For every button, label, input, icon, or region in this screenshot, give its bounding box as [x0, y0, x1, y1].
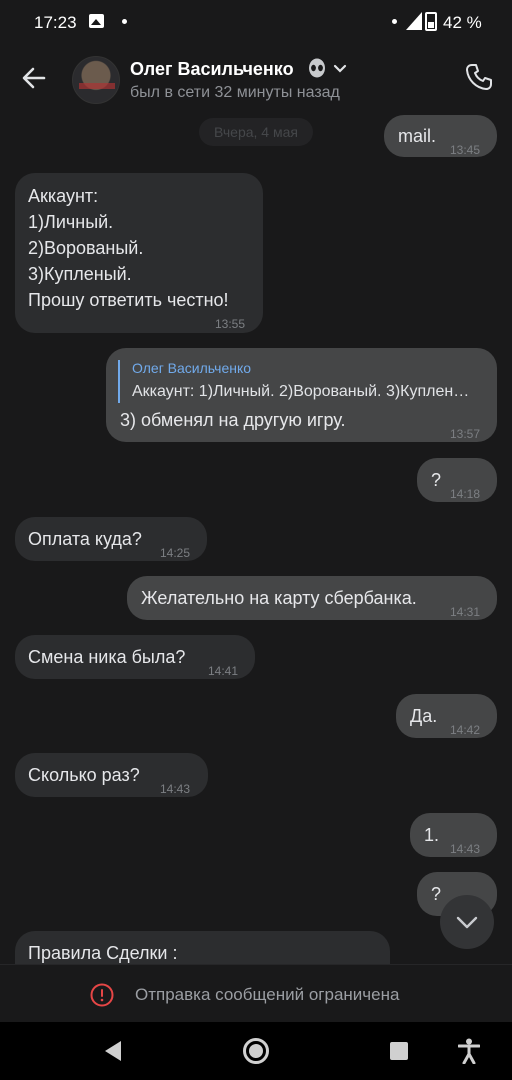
message-time: 13:55 [215, 317, 246, 331]
message-time: 14:43 [160, 782, 191, 796]
message-text: mail. [398, 126, 437, 146]
message-time: 13:45 [450, 143, 481, 157]
chevron-down-icon[interactable] [333, 64, 347, 74]
message-text: 3) обменял на другую игру. [120, 410, 346, 430]
reply-author: Олег Васильченко [132, 360, 252, 376]
last-seen-status: был в сети 32 минуты назад [130, 84, 340, 101]
date-separator: Вчера, 4 мая [199, 118, 313, 146]
scroll-down-button[interactable] [440, 895, 494, 949]
alien-icon [309, 58, 325, 78]
battery-icon [425, 12, 437, 31]
message-time: 13:57 [450, 427, 481, 441]
message-outgoing[interactable]: ? 14:18 [417, 458, 497, 502]
message-time: 14:43 [450, 842, 481, 856]
message-text: ? [431, 470, 442, 490]
messaging-restricted-bar: Отправка сообщений ограничена [0, 964, 512, 1022]
system-navigation-bar [0, 1022, 512, 1080]
message-time: 14:31 [450, 605, 481, 619]
message-text: Правила Сделки : [28, 943, 178, 963]
message-text: Да. [410, 706, 438, 726]
message-text: Желательно на карту сбербанка. [141, 588, 417, 608]
message-outgoing-reply[interactable]: Олег Васильченко Аккаунт: 1)Личный. 2)Во… [106, 348, 497, 442]
notification-dot-icon [392, 19, 397, 24]
message-time: 14:18 [450, 487, 481, 501]
phone-icon[interactable] [464, 62, 494, 92]
notification-dot-icon [122, 19, 127, 24]
message-time: 14:41 [208, 664, 239, 678]
chat-header: Олег Васильченко был в сети 32 минуты на… [0, 44, 512, 116]
message-text: 1. [424, 825, 440, 845]
avatar[interactable] [72, 56, 120, 104]
message-text: Оплата куда? [28, 529, 142, 549]
message-incoming[interactable]: Смена ника была? 14:41 [15, 635, 255, 679]
chevron-down-icon [456, 916, 478, 929]
accessibility-icon[interactable] [458, 1038, 480, 1064]
message-text: Аккаунт: 1)Личный. 2)Ворованый. 3)Куплен… [28, 186, 229, 310]
restricted-message: Отправка сообщений ограничена [135, 985, 400, 1004]
message-outgoing[interactable]: 1. 14:43 [410, 813, 497, 857]
status-bar: 17:23 42 % [0, 0, 512, 44]
battery-level: 42 % [443, 13, 482, 32]
reply-preview[interactable]: Олег Васильченко Аккаунт: 1)Личный. 2)Во… [118, 360, 476, 403]
nav-back-icon[interactable] [104, 1040, 122, 1062]
nav-home-icon[interactable] [243, 1038, 269, 1064]
message-outgoing[interactable]: mail. 13:45 [384, 115, 497, 157]
message-incoming[interactable]: Сколько раз? 14:43 [15, 753, 208, 797]
message-time: 14:25 [160, 546, 191, 560]
message-incoming[interactable]: Аккаунт: 1)Личный. 2)Ворованый. 3)Куплен… [15, 173, 263, 333]
nav-recent-apps-icon[interactable] [390, 1042, 408, 1060]
gallery-icon [89, 14, 104, 28]
arrow-left-icon[interactable] [18, 62, 50, 94]
message-text: Сколько раз? [28, 765, 140, 785]
status-time: 17:23 [34, 13, 77, 32]
message-outgoing[interactable]: Да. 14:42 [396, 694, 497, 738]
signal-icon [406, 12, 422, 30]
message-text: Смена ника была? [28, 647, 186, 667]
message-outgoing[interactable]: Желательно на карту сбербанка. 14:31 [127, 576, 497, 620]
message-time: 14:42 [450, 723, 481, 737]
message-incoming[interactable]: Оплата куда? 14:25 [15, 517, 207, 561]
reply-quote: Аккаунт: 1)Личный. 2)Ворованый. 3)Куплен… [132, 383, 476, 400]
contact-name[interactable]: Олег Васильченко [130, 59, 294, 80]
exclamation-circle-icon [90, 983, 114, 1007]
